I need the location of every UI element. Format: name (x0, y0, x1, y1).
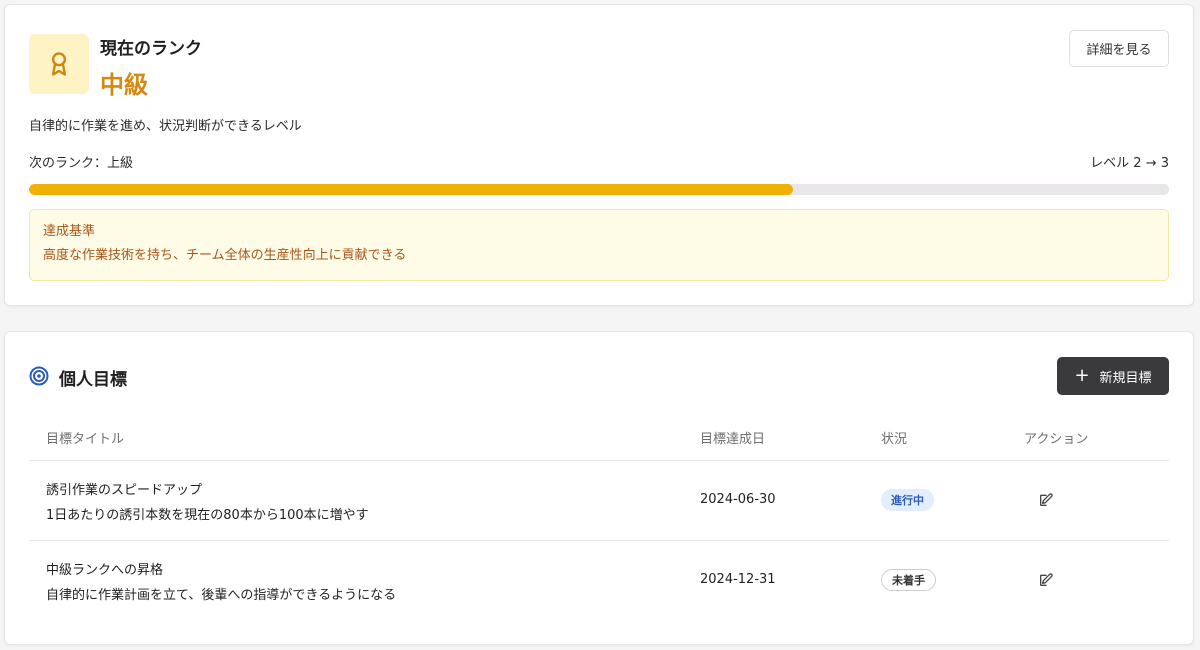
edit-button[interactable] (1036, 570, 1056, 590)
goals-title: 個人目標 (59, 370, 127, 390)
plus-icon: + (1074, 365, 1090, 386)
view-details-button[interactable]: 詳細を見る (1069, 30, 1169, 67)
table-divider (29, 460, 1169, 461)
rank-value: 中級 (100, 71, 148, 99)
goal-title: 中級ランクへの昇格 (46, 563, 164, 578)
personal-goals-card: 個人目標 + 新規目標 目標タイトル 目標達成日 状況 アクション 誘引作業のス… (4, 331, 1194, 645)
goal-title: 誘引作業のスピードアップ (46, 483, 203, 498)
edit-button[interactable] (1036, 490, 1056, 510)
status-badge: 未着手 (881, 569, 936, 591)
edit-icon (1040, 493, 1053, 506)
column-header-status: 状況 (881, 432, 908, 447)
new-goal-label: 新規目標 (1099, 370, 1152, 386)
criteria-text: 高度な作業技術を持ち、チーム全体の生産性向上に貢献できる (43, 248, 407, 263)
rank-icon-container (29, 34, 89, 94)
rank-label: 現在のランク (100, 39, 202, 59)
column-header-date: 目標達成日 (700, 432, 766, 447)
target-icon (29, 366, 49, 386)
table-divider (29, 540, 1169, 541)
rank-progress-fill (29, 184, 793, 195)
achievement-criteria-box: 達成基準 高度な作業技術を持ち、チーム全体の生産性向上に貢献できる (29, 209, 1169, 281)
next-rank-label: 次のランク：上級 (29, 156, 134, 171)
column-header-title: 目標タイトル (46, 432, 125, 447)
award-ribbon-icon (52, 52, 67, 76)
column-header-actions: アクション (1024, 432, 1089, 447)
rank-progress-bar (29, 184, 1169, 195)
goal-description: 1日あたりの誘引本数を現在の80本から100本に増やす (46, 508, 369, 523)
goal-description: 自律的に作業計画を立て、後輩への指導ができるようになる (46, 588, 397, 603)
edit-icon (1040, 573, 1053, 586)
rank-card: 現在のランク 中級 詳細を見る 自律的に作業を進め、状況判断ができるレベル 次の… (4, 4, 1194, 306)
status-badge: 進行中 (881, 489, 934, 511)
new-goal-button[interactable]: + 新規目標 (1057, 357, 1169, 395)
rank-description: 自律的に作業を進め、状況判断ができるレベル (29, 119, 302, 134)
goal-date: 2024-12-31 (700, 572, 776, 587)
level-progress-text: レベル 2 → 3 (1090, 156, 1169, 171)
goal-date: 2024-06-30 (700, 492, 776, 507)
criteria-title: 達成基準 (43, 224, 96, 239)
